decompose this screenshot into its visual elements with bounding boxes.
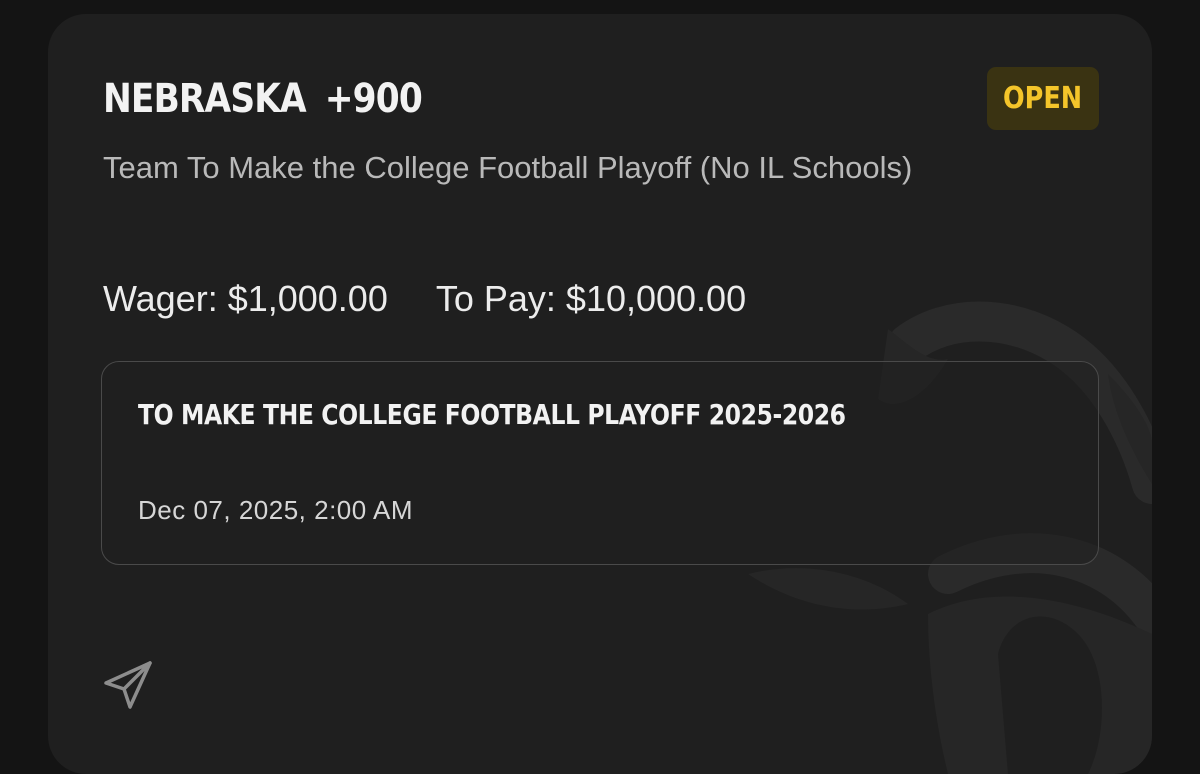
- bet-header: NEBRASKA +900: [103, 76, 423, 122]
- status-badge: OPEN: [987, 67, 1099, 130]
- amounts-row: Wager: $1,000.00 To Pay: $10,000.00: [103, 278, 746, 320]
- event-details-box: TO MAKE THE COLLEGE FOOTBALL PLAYOFF 202…: [101, 361, 1099, 565]
- odds: +900: [324, 76, 423, 122]
- status-text: OPEN: [1003, 81, 1083, 116]
- bet-card: NEBRASKA +900 OPEN Team To Make the Coll…: [48, 14, 1152, 774]
- market-description: Team To Make the College Football Playof…: [103, 150, 913, 185]
- share-button[interactable]: [100, 657, 156, 713]
- send-icon: [104, 661, 152, 709]
- wager-amount: Wager: $1,000.00: [103, 278, 388, 319]
- event-date: Dec 07, 2025, 2:00 AM: [138, 495, 414, 525]
- event-title: TO MAKE THE COLLEGE FOOTBALL PLAYOFF 202…: [138, 398, 846, 431]
- team-name: NEBRASKA: [103, 76, 307, 122]
- to-pay-amount: To Pay: $10,000.00: [435, 278, 747, 319]
